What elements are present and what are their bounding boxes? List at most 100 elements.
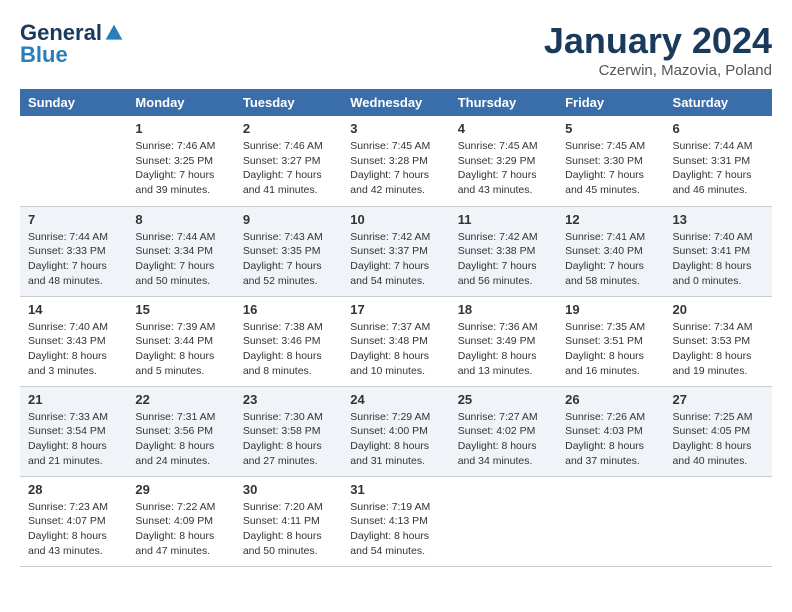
day-info: Sunrise: 7:31 AM Sunset: 3:56 PM Dayligh… [135,410,226,469]
day-number: 4 [458,121,549,136]
calendar-cell: 16Sunrise: 7:38 AM Sunset: 3:46 PM Dayli… [235,296,342,386]
day-number: 23 [243,392,334,407]
header-wednesday: Wednesday [342,89,449,116]
day-info: Sunrise: 7:37 AM Sunset: 3:48 PM Dayligh… [350,320,441,379]
logo-icon [104,23,124,43]
day-info: Sunrise: 7:30 AM Sunset: 3:58 PM Dayligh… [243,410,334,469]
day-info: Sunrise: 7:42 AM Sunset: 3:37 PM Dayligh… [350,230,441,289]
page-header: General Blue January 2024 Czerwin, Mazov… [20,20,772,79]
day-number: 29 [135,482,226,497]
calendar-cell: 23 Sunrise: 7:30 AM Sunset: 3:58 PM Dayli… [235,386,342,476]
day-number: 15 [135,302,226,317]
week-row-4: 21Sunrise: 7:33 AM Sunset: 3:54 PM Dayli… [20,386,772,476]
day-number: 7 [28,212,119,227]
day-number: 14 [28,302,119,317]
calendar-cell: 8 Sunrise: 7:44 AM Sunset: 3:34 PM Daylig… [127,206,234,296]
calendar-cell: 4Sunrise: 7:45 AM Sunset: 3:29 PM Daylig… [450,116,557,206]
calendar-cell: 22Sunrise: 7:31 AM Sunset: 3:56 PM Dayli… [127,386,234,476]
day-info: Sunrise: 7:44 AM Sunset: 3:34 PM Dayligh… [135,230,226,289]
day-info: Sunrise: 7:44 AM Sunset: 3:33 PM Dayligh… [28,230,119,289]
day-info: Sunrise: 7:40 AM Sunset: 3:43 PM Dayligh… [28,320,119,379]
calendar-cell: 26 Sunrise: 7:26 AM Sunset: 4:03 PM Dayli… [557,386,664,476]
day-info: Sunrise: 7:42 AM Sunset: 3:38 PM Dayligh… [458,230,549,289]
day-number: 10 [350,212,441,227]
day-number: 1 [135,121,226,136]
day-info: Sunrise: 7:44 AM Sunset: 3:31 PM Dayligh… [673,139,764,198]
header-tuesday: Tuesday [235,89,342,116]
calendar-cell: 25Sunrise: 7:27 AM Sunset: 4:02 PM Dayli… [450,386,557,476]
day-info: Sunrise: 7:34 AM Sunset: 3:53 PM Dayligh… [673,320,764,379]
day-info: Sunrise: 7:45 AM Sunset: 3:28 PM Dayligh… [350,139,441,198]
title-block: January 2024 Czerwin, Mazovia, Poland [544,20,772,79]
logo-blue: Blue [20,42,68,68]
day-number: 28 [28,482,119,497]
calendar-cell: 10 Sunrise: 7:42 AM Sunset: 3:37 PM Dayli… [342,206,449,296]
calendar-cell: 17 Sunrise: 7:37 AM Sunset: 3:48 PM Dayli… [342,296,449,386]
day-info: Sunrise: 7:29 AM Sunset: 4:00 PM Dayligh… [350,410,441,469]
day-info: Sunrise: 7:41 AM Sunset: 3:40 PM Dayligh… [565,230,656,289]
day-info: Sunrise: 7:22 AM Sunset: 4:09 PM Dayligh… [135,500,226,559]
calendar-cell: 11 Sunrise: 7:42 AM Sunset: 3:38 PM Dayli… [450,206,557,296]
day-info: Sunrise: 7:46 AM Sunset: 3:27 PM Dayligh… [243,139,334,198]
day-info: Sunrise: 7:45 AM Sunset: 3:30 PM Dayligh… [565,139,656,198]
day-number: 26 [565,392,656,407]
calendar-cell: 9 Sunrise: 7:43 AM Sunset: 3:35 PM Daylig… [235,206,342,296]
day-number: 30 [243,482,334,497]
day-number: 21 [28,392,119,407]
week-row-2: 7 Sunrise: 7:44 AM Sunset: 3:33 PM Daylig… [20,206,772,296]
day-number: 16 [243,302,334,317]
calendar-cell: 15 Sunrise: 7:39 AM Sunset: 3:44 PM Dayli… [127,296,234,386]
day-info: Sunrise: 7:35 AM Sunset: 3:51 PM Dayligh… [565,320,656,379]
header-saturday: Saturday [665,89,772,116]
day-info: Sunrise: 7:23 AM Sunset: 4:07 PM Dayligh… [28,500,119,559]
day-number: 9 [243,212,334,227]
logo: General Blue [20,20,124,68]
day-info: Sunrise: 7:40 AM Sunset: 3:41 PM Dayligh… [673,230,764,289]
calendar-cell: 31Sunrise: 7:19 AM Sunset: 4:13 PM Dayli… [342,476,449,566]
calendar-cell: 13 Sunrise: 7:40 AM Sunset: 3:41 PM Dayli… [665,206,772,296]
week-row-3: 14 Sunrise: 7:40 AM Sunset: 3:43 PM Dayli… [20,296,772,386]
header-monday: Monday [127,89,234,116]
week-row-1: 1 Sunrise: 7:46 AM Sunset: 3:25 PM Daylig… [20,116,772,206]
day-info: Sunrise: 7:46 AM Sunset: 3:25 PM Dayligh… [135,139,226,198]
day-number: 5 [565,121,656,136]
day-number: 19 [565,302,656,317]
calendar-cell: 27 Sunrise: 7:25 AM Sunset: 4:05 PM Dayli… [665,386,772,476]
day-info: Sunrise: 7:39 AM Sunset: 3:44 PM Dayligh… [135,320,226,379]
calendar-cell: 7 Sunrise: 7:44 AM Sunset: 3:33 PM Daylig… [20,206,127,296]
day-info: Sunrise: 7:26 AM Sunset: 4:03 PM Dayligh… [565,410,656,469]
day-number: 18 [458,302,549,317]
day-number: 13 [673,212,764,227]
calendar-cell: 28 Sunrise: 7:23 AM Sunset: 4:07 PM Dayli… [20,476,127,566]
day-info: Sunrise: 7:36 AM Sunset: 3:49 PM Dayligh… [458,320,549,379]
calendar-cell [665,476,772,566]
header-sunday: Sunday [20,89,127,116]
calendar-cell: 6 Sunrise: 7:44 AM Sunset: 3:31 PM Daylig… [665,116,772,206]
day-number: 17 [350,302,441,317]
day-info: Sunrise: 7:25 AM Sunset: 4:05 PM Dayligh… [673,410,764,469]
calendar-cell: 12Sunrise: 7:41 AM Sunset: 3:40 PM Dayli… [557,206,664,296]
day-number: 27 [673,392,764,407]
calendar-cell: 2Sunrise: 7:46 AM Sunset: 3:27 PM Daylig… [235,116,342,206]
day-number: 20 [673,302,764,317]
calendar-cell: 30 Sunrise: 7:20 AM Sunset: 4:11 PM Dayli… [235,476,342,566]
week-row-5: 28 Sunrise: 7:23 AM Sunset: 4:07 PM Dayli… [20,476,772,566]
calendar-cell: 14 Sunrise: 7:40 AM Sunset: 3:43 PM Dayli… [20,296,127,386]
calendar-cell: 5 Sunrise: 7:45 AM Sunset: 3:30 PM Daylig… [557,116,664,206]
day-info: Sunrise: 7:19 AM Sunset: 4:13 PM Dayligh… [350,500,441,559]
calendar-cell [557,476,664,566]
calendar-cell: 18 Sunrise: 7:36 AM Sunset: 3:49 PM Dayli… [450,296,557,386]
day-info: Sunrise: 7:43 AM Sunset: 3:35 PM Dayligh… [243,230,334,289]
day-number: 11 [458,212,549,227]
day-number: 8 [135,212,226,227]
day-info: Sunrise: 7:20 AM Sunset: 4:11 PM Dayligh… [243,500,334,559]
day-number: 6 [673,121,764,136]
calendar-cell: 3 Sunrise: 7:45 AM Sunset: 3:28 PM Daylig… [342,116,449,206]
calendar-cell [450,476,557,566]
calendar-table: SundayMondayTuesdayWednesdayThursdayFrid… [20,89,772,567]
day-number: 25 [458,392,549,407]
calendar-header-row: SundayMondayTuesdayWednesdayThursdayFrid… [20,89,772,116]
calendar-cell: 20 Sunrise: 7:34 AM Sunset: 3:53 PM Dayli… [665,296,772,386]
day-number: 3 [350,121,441,136]
header-thursday: Thursday [450,89,557,116]
